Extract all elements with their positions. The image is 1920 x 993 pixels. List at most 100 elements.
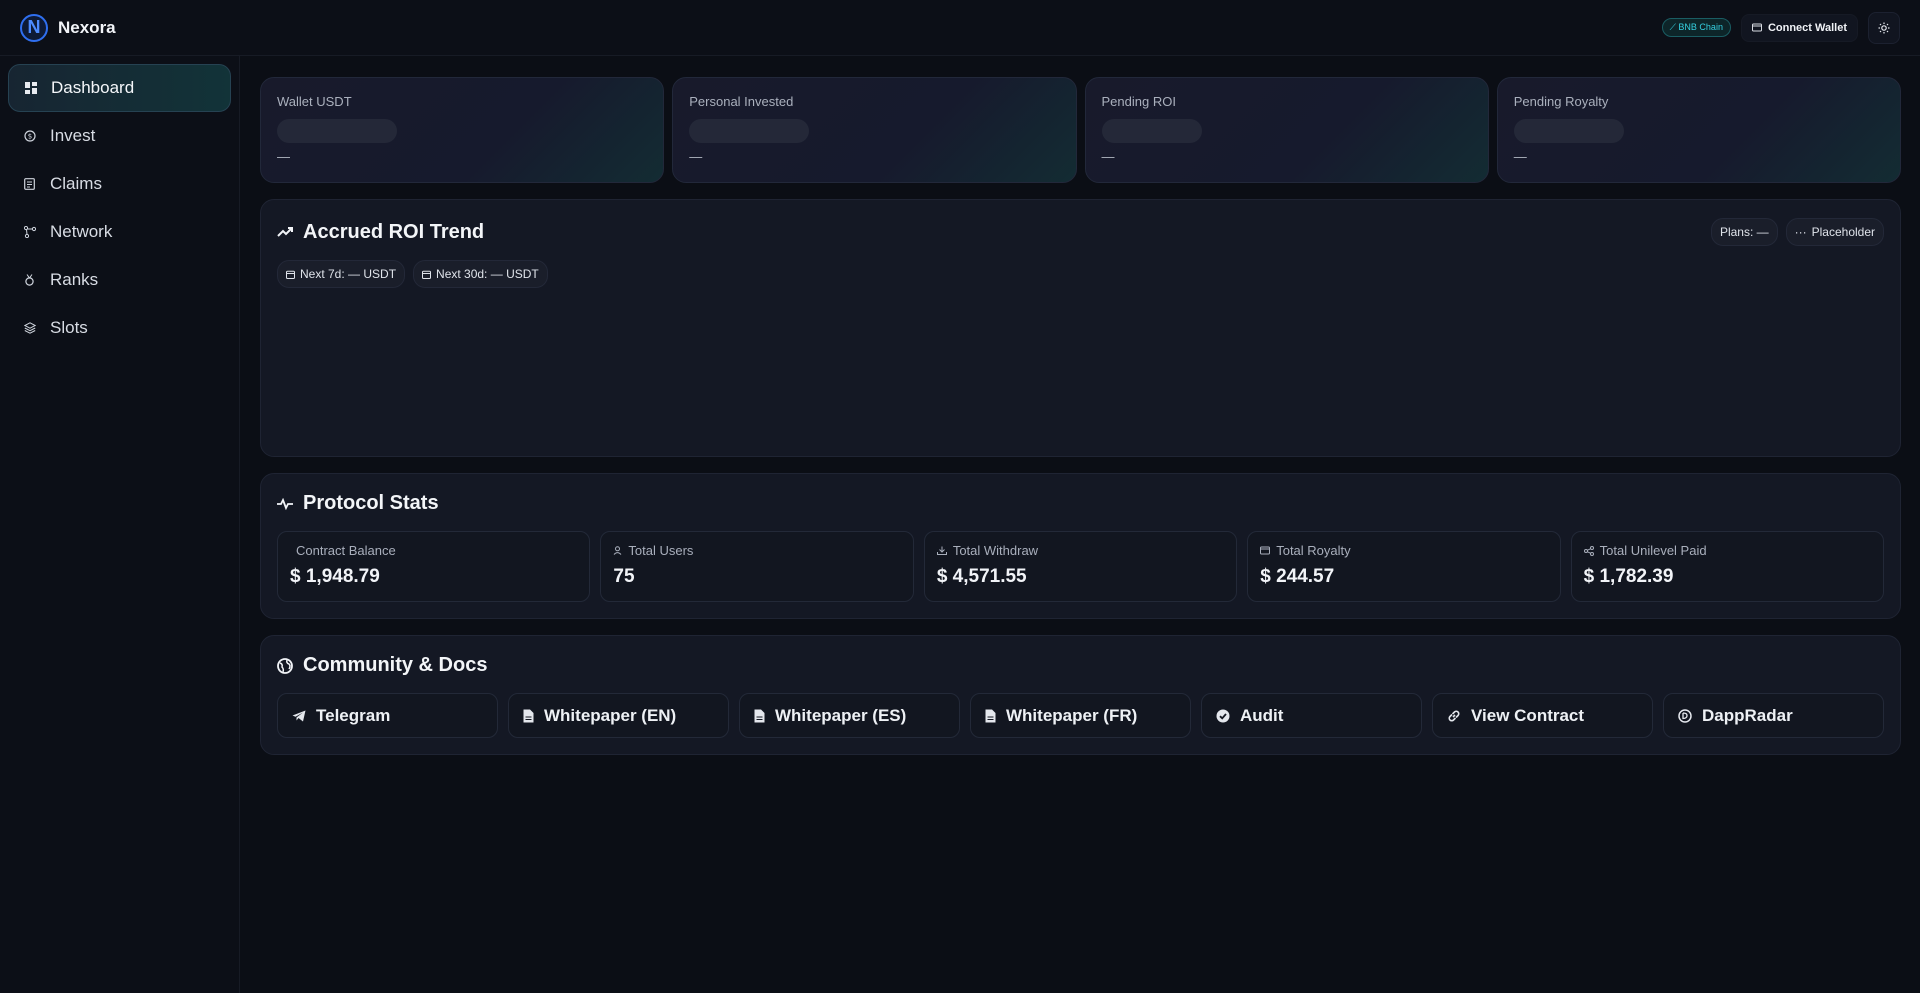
summary-card-value: — <box>277 149 290 164</box>
sidebar-item-ranks[interactable]: Ranks <box>8 256 231 304</box>
next-7d-label: Next 7d: — USDT <box>300 267 397 281</box>
receipt-icon <box>24 178 38 190</box>
roi-chart-area <box>261 288 1900 458</box>
sidebar-item-label: Network <box>50 222 113 241</box>
sidebar-item-invest[interactable]: $ Invest <box>8 112 231 160</box>
link-label: Whitepaper (EN) <box>544 705 677 725</box>
sidebar: Dashboard $ Invest Claims Network Ranks … <box>0 56 240 993</box>
sidebar-item-label: Ranks <box>50 270 99 289</box>
whitepaper-en-link-button[interactable]: Whitepaper (EN) <box>508 693 729 738</box>
connect-wallet-button[interactable]: Connect Wallet <box>1740 13 1858 42</box>
telegram-link-button[interactable]: Telegram <box>277 693 498 738</box>
stat-total-royalty: Total Royalty $ 244.57 <box>1247 531 1561 602</box>
stat-value: $ 244.57 <box>1260 566 1335 587</box>
chain-badge: ⟋ BNB Chain <box>1661 18 1731 37</box>
placeholder-pill[interactable]: ··· Placeholder <box>1785 218 1884 246</box>
connect-wallet-label: Connect Wallet <box>1767 21 1847 34</box>
stat-value: $ 4,571.55 <box>936 566 1027 587</box>
link-label: Whitepaper (ES) <box>775 705 907 725</box>
next-30d-label: Next 30d: — USDT <box>436 267 539 281</box>
loading-skeleton <box>277 119 397 143</box>
audit-link-button[interactable]: Audit <box>1201 693 1422 738</box>
grid-icon <box>25 82 39 94</box>
sidebar-item-label: Slots <box>50 318 88 337</box>
telegram-icon <box>292 710 306 722</box>
stat-value: 75 <box>613 566 635 587</box>
brand[interactable]: N Nexora <box>20 13 116 42</box>
plans-pill: Plans: — <box>1710 218 1778 246</box>
stat-label: Contract Balance <box>296 543 396 558</box>
loading-skeleton <box>689 119 810 143</box>
main-content: Wallet USDT — Personal Invested — Pendin… <box>260 77 1901 755</box>
summary-cards: Wallet USDT — Personal Invested — Pendin… <box>260 77 1901 183</box>
community-docs-panel: Community & Docs Telegram Whitepaper (EN… <box>260 635 1901 755</box>
summary-card-value: — <box>1513 149 1527 164</box>
chain-badge-label: BNB Chain <box>1678 22 1723 32</box>
user-icon <box>613 546 622 555</box>
stat-label: Total Royalty <box>1276 543 1351 558</box>
summary-card-value: — <box>689 149 703 164</box>
wallet-icon <box>1260 546 1271 555</box>
stat-contract-balance: Contract Balance $ 1,948.79 <box>277 531 591 602</box>
layers-icon <box>24 322 38 334</box>
stat-value: $ 1,782.39 <box>1583 566 1674 587</box>
link-label: Audit <box>1240 705 1284 725</box>
calendar-icon <box>286 270 295 279</box>
network-icon <box>24 226 38 238</box>
next-30d-chip: Next 30d: — USDT <box>413 260 548 288</box>
link-icon: ⟋ <box>1669 22 1676 32</box>
check-badge-icon <box>1216 709 1230 723</box>
summary-card-pending-roi: Pending ROI — <box>1084 77 1489 183</box>
whitepaper-es-link-button[interactable]: Whitepaper (ES) <box>739 693 960 738</box>
protocol-stats-panel: Protocol Stats Contract Balance $ 1,948.… <box>260 473 1901 619</box>
download-icon <box>936 546 947 555</box>
summary-card-wallet-usdt: Wallet USDT — <box>260 77 665 183</box>
activity-icon <box>277 497 293 510</box>
logo-icon: N <box>20 13 48 42</box>
summary-card-label: Personal Invested <box>689 94 794 109</box>
globe-icon <box>277 657 293 674</box>
stat-total-unilevel-paid: Total Unilevel Paid $ 1,782.39 <box>1570 531 1885 602</box>
link-label: View Contract <box>1471 705 1585 725</box>
view-contract-link-button[interactable]: View Contract <box>1432 693 1653 738</box>
more-icon: ··· <box>1794 225 1807 239</box>
summary-card-label: Pending ROI <box>1101 94 1176 109</box>
sidebar-item-dashboard[interactable]: Dashboard <box>8 64 231 112</box>
roi-trend-panel: Accrued ROI Trend Plans: — ··· Placehold… <box>260 199 1901 457</box>
summary-card-label: Pending Royalty <box>1513 94 1609 109</box>
brand-name: Nexora <box>58 17 116 37</box>
sidebar-item-label: Claims <box>50 174 102 193</box>
loading-skeleton <box>1101 119 1202 143</box>
wallet-icon <box>1751 23 1762 32</box>
sidebar-item-network[interactable]: Network <box>8 208 231 256</box>
sidebar-item-label: Dashboard <box>51 78 135 97</box>
next-7d-chip: Next 7d: — USDT <box>277 260 406 288</box>
stat-label: Total Withdraw <box>952 543 1039 558</box>
placeholder-pill-label: Placeholder <box>1811 225 1875 239</box>
trend-up-icon <box>277 226 293 238</box>
sidebar-item-slots[interactable]: Slots <box>8 304 231 352</box>
coin-icon: $ <box>24 130 38 142</box>
stat-label: Total Users <box>628 543 694 558</box>
summary-card-personal-invested: Personal Invested — <box>672 77 1077 183</box>
stat-value: $ 1,948.79 <box>290 566 380 587</box>
document-icon <box>754 709 765 723</box>
radar-icon <box>1678 708 1692 723</box>
theme-toggle-button[interactable] <box>1868 11 1900 44</box>
summary-card-pending-royalty: Pending Royalty — <box>1496 77 1901 183</box>
summary-card-value: — <box>1101 149 1115 164</box>
summary-card-label: Wallet USDT <box>277 94 352 109</box>
link-label: Whitepaper (FR) <box>1006 705 1138 725</box>
link-icon <box>1447 709 1461 723</box>
link-label: Telegram <box>316 705 391 725</box>
document-icon <box>985 709 996 723</box>
panel-title: Accrued ROI Trend <box>303 220 485 243</box>
dappradar-link-button[interactable]: DappRadar <box>1663 693 1884 738</box>
plans-pill-label: Plans: — <box>1719 225 1769 239</box>
sidebar-item-label: Invest <box>50 126 96 145</box>
whitepaper-fr-link-button[interactable]: Whitepaper (FR) <box>970 693 1191 738</box>
sun-icon <box>1878 22 1890 34</box>
stat-total-withdraw: Total Withdraw $ 4,571.55 <box>923 531 1238 602</box>
document-icon <box>523 709 534 723</box>
sidebar-item-claims[interactable]: Claims <box>8 160 231 208</box>
